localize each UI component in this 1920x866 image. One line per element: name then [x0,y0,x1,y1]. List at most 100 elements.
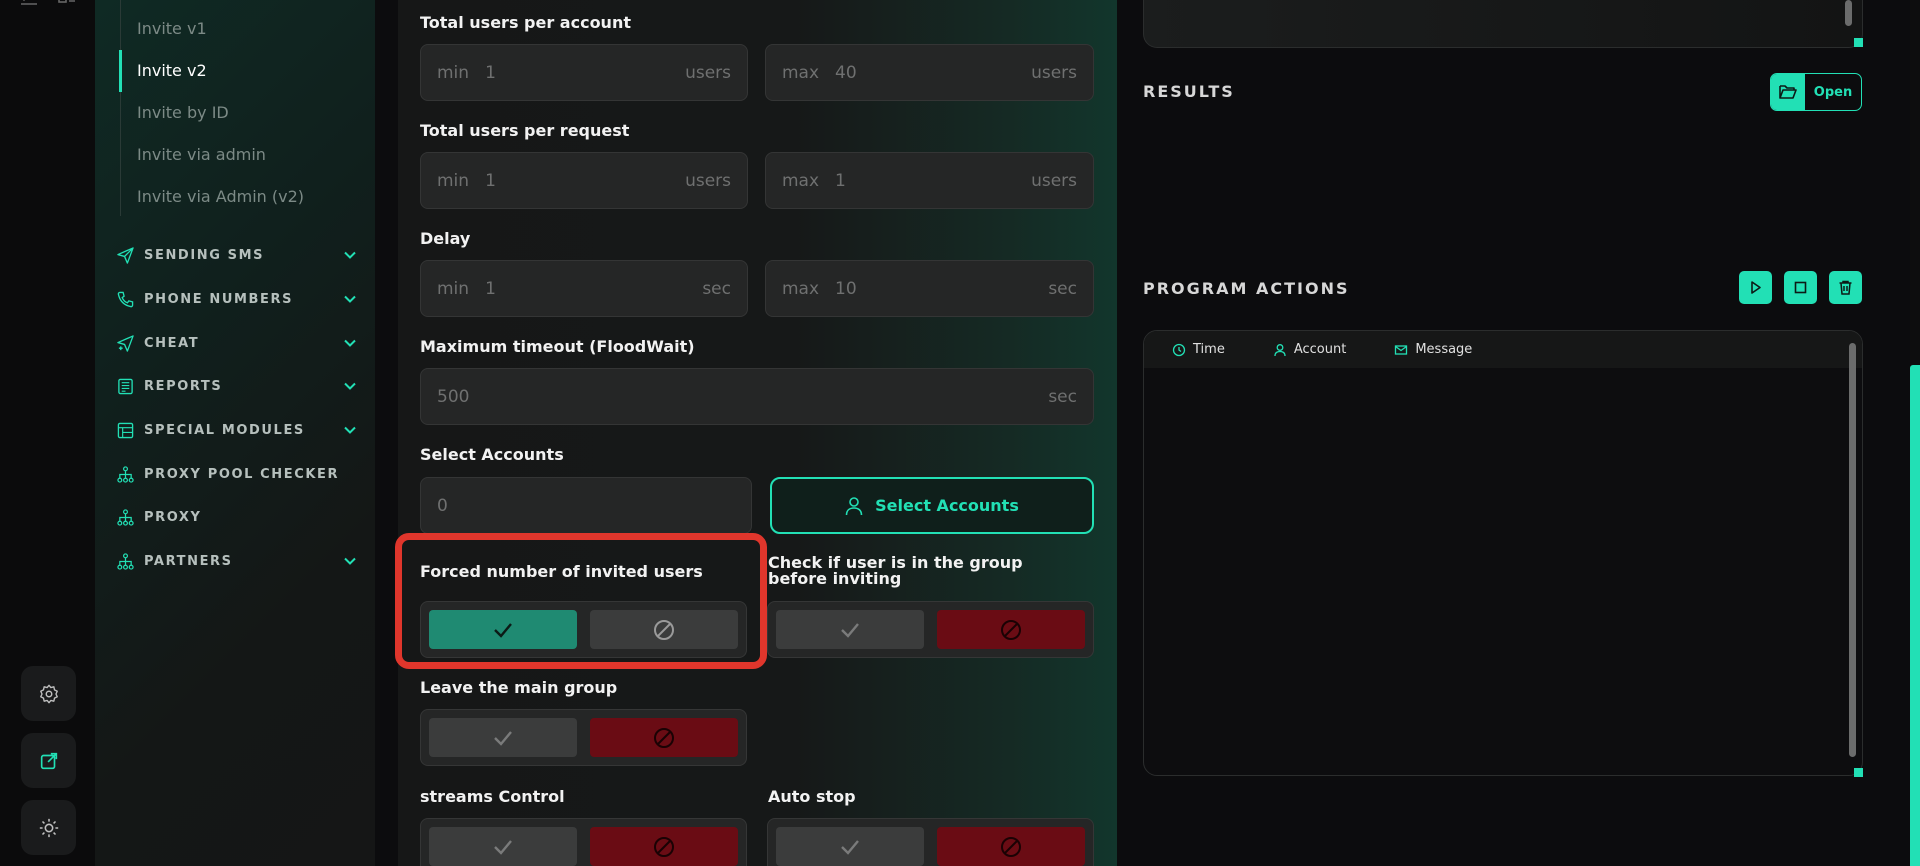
sidebar-item-sending-sms[interactable]: SENDING SMS [117,240,357,270]
log-header: Time Account Message [1144,331,1862,368]
ban-icon [1001,836,1021,857]
check-icon [494,839,512,855]
sidebar-item-invite-via-admin-v2[interactable]: Invite via Admin (v2) [121,176,360,218]
check-user-in-group-yes-button[interactable] [776,610,924,649]
sidebar-item-invite-by-id[interactable]: Invite by ID [121,92,360,134]
folder-open-icon [1779,85,1797,99]
program-actions-title: PROGRAM ACTIONS [1143,279,1350,298]
forced-invite-label: Forced number of invited users [420,562,703,581]
sidebar-item-invite-via-admin[interactable]: Invite via admin [121,134,360,176]
users-per-account-min-input[interactable]: min 1 users [420,44,748,101]
chevron-down-icon [344,295,356,303]
sidebar: Invite v1 Invite v2 Invite by ID Invite … [95,0,375,866]
external-link-icon [40,752,57,769]
input-textarea-panel[interactable] [1143,0,1863,48]
open-results-button[interactable]: Open [1770,73,1862,111]
check-icon [841,622,859,638]
trash-icon [1839,280,1852,295]
rail-top-icons [20,0,76,12]
stop-button[interactable] [1784,271,1817,304]
users-per-request-label: Total users per request [420,121,630,140]
sidebar-item-invite-v1[interactable]: Invite v1 [121,8,360,50]
clear-log-button[interactable] [1829,271,1862,304]
auto-stop-label: Auto stop [768,787,856,806]
settings-button[interactable] [21,666,76,721]
page-scrollbar-thumb[interactable] [1910,365,1920,866]
auto-stop-no-button[interactable] [937,827,1085,866]
leave-main-group-label: Leave the main group [420,678,618,697]
users-per-account-max-input[interactable]: max 40 users [765,44,1094,101]
streams-control-no-button[interactable] [590,827,738,866]
ban-icon [654,619,674,640]
users-per-request-max-input[interactable]: max 1 users [765,152,1094,209]
auto-stop-yes-button[interactable] [776,827,924,866]
forced-invite-yes-button[interactable] [429,610,577,649]
sidebar-item-reports[interactable]: REPORTS [117,371,357,401]
resize-handle[interactable] [1854,38,1863,47]
sidebar-item-cheat[interactable]: CHEAT [117,328,357,358]
accounts-count-input[interactable]: 0 [420,477,752,534]
log-column-account[interactable]: Account [1273,342,1346,357]
textarea-scrollbar[interactable] [1845,0,1852,26]
leave-main-group-no-button[interactable] [590,718,738,757]
stop-icon [1794,281,1807,294]
user-icon [1274,343,1286,356]
mail-icon [1395,344,1408,355]
program-actions-log: Time Account Message [1143,330,1863,776]
log-scrollbar[interactable] [1849,343,1856,757]
ban-icon [654,727,674,748]
leave-main-group-yes-button[interactable] [429,718,577,757]
timeout-label: Maximum timeout (FloodWait) [420,337,695,356]
theme-toggle-button[interactable] [21,800,76,855]
check-icon [494,622,512,638]
checklist-icon[interactable] [20,0,38,12]
external-link-button[interactable] [21,733,76,788]
sidebar-item-phone-numbers[interactable]: PHONE NUMBERS [117,284,357,314]
check-user-in-group-no-button[interactable] [937,610,1085,649]
log-column-message[interactable]: Message [1394,342,1472,357]
sidebar-item-special-modules[interactable]: SPECIAL MODULES [117,415,357,445]
send-icon [117,246,134,264]
ban-icon [1001,619,1021,640]
sidebar-item-invite-v2[interactable]: Invite v2 [119,50,360,92]
invite-settings-form: Total users per account min 1 users max … [398,0,1117,866]
log-column-time[interactable]: Time [1172,342,1225,357]
send-plus-icon [117,334,134,352]
streams-control-label: streams Control [420,787,565,806]
delay-label: Delay [420,229,471,248]
phone-icon [117,291,134,307]
streams-control-toggle [420,818,747,866]
select-accounts-label: Select Accounts [420,445,564,464]
delay-min-input[interactable]: min 1 sec [420,260,748,317]
delay-max-input[interactable]: max 10 sec [765,260,1094,317]
chevron-down-icon [344,557,356,565]
chevron-down-icon [344,426,356,434]
check-user-in-group-toggle [767,601,1094,658]
users-per-request-min-input[interactable]: min 1 users [420,152,748,209]
check-user-in-group-label: Check if user is in the group before inv… [768,553,1023,588]
forced-invite-toggle [420,601,747,658]
icon-rail [0,0,95,866]
timeout-input[interactable]: 500 sec [420,368,1094,425]
play-button[interactable] [1739,271,1772,304]
log-resize-handle[interactable] [1854,768,1863,777]
chevron-down-icon [344,382,356,390]
sidebar-item-proxy[interactable]: PROXY [117,502,357,532]
select-accounts-button[interactable]: Select Accounts [770,477,1094,534]
streams-control-yes-button[interactable] [429,827,577,866]
chevron-down-icon [344,251,356,259]
auto-stop-toggle [767,818,1094,866]
sidebar-item-proxy-pool-checker[interactable]: PROXY POOL CHECKER [117,459,357,489]
users-per-account-label: Total users per account [420,13,631,32]
report-icon [118,378,133,394]
gear-icon [39,684,58,703]
invite-submenu: Invite v1 Invite v2 Invite by ID Invite … [119,0,360,218]
results-title: RESULTS [1143,82,1235,101]
chevron-down-icon [344,339,356,347]
sidebar-item-partners[interactable]: PARTNERS [117,546,357,576]
leave-main-group-toggle [420,709,747,766]
forced-invite-no-button[interactable] [590,610,738,649]
layout-icon[interactable] [58,0,76,12]
play-icon [1751,281,1761,294]
user-icon [845,496,863,515]
